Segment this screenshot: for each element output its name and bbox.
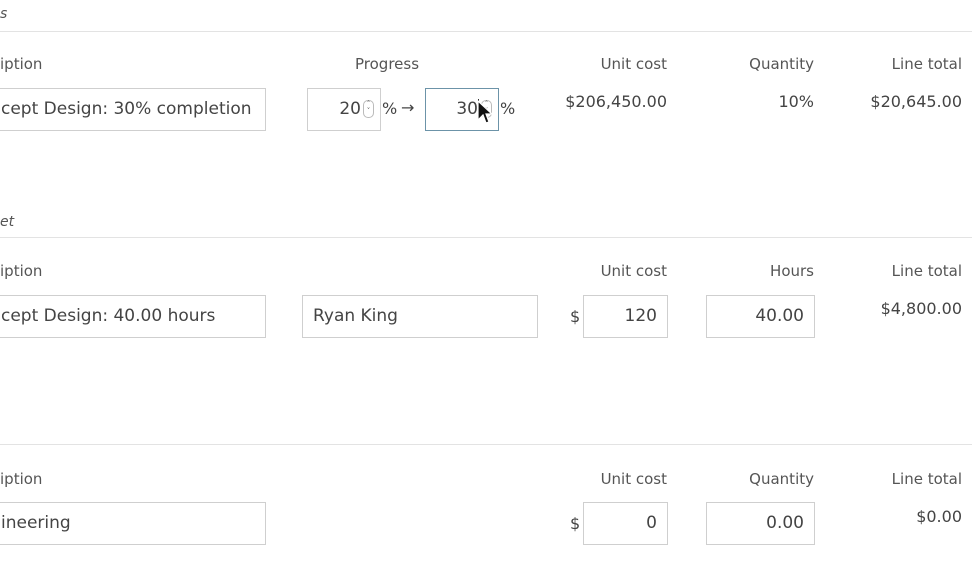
person-input[interactable]: Ryan King <box>302 295 538 338</box>
arrow-right-icon: → <box>401 98 415 117</box>
line-total-label: Line total <box>891 55 962 73</box>
percent-sign: % <box>382 99 398 118</box>
section-header: et <box>0 214 15 230</box>
description-label: iption <box>0 262 43 280</box>
line-total-value: $20,645.00 <box>870 92 962 111</box>
currency-symbol: $ <box>570 307 581 326</box>
spinner-icon[interactable]: ˄˅ <box>363 100 374 118</box>
description-label: iption <box>0 55 43 73</box>
divider <box>0 31 972 32</box>
divider <box>0 444 972 445</box>
unit-cost-label: Unit cost <box>600 262 667 280</box>
description-label: iption <box>0 470 43 488</box>
unit-cost-label: Unit cost <box>600 470 667 488</box>
progress-from-input[interactable]: 20 ˄ ˅ <box>307 88 381 131</box>
unit-cost-input[interactable]: 0 <box>583 502 668 545</box>
currency-symbol: $ <box>570 514 581 533</box>
quantity-label: Quantity <box>749 470 814 488</box>
quantity-input[interactable]: 0.00 <box>706 502 815 545</box>
section-header: s <box>0 6 8 22</box>
progress-label: Progress <box>355 55 420 73</box>
line-total-label: Line total <box>891 262 962 280</box>
hours-input[interactable]: 40.00 <box>706 295 815 338</box>
unit-cost-value: $206,450.00 <box>565 92 667 111</box>
description-input[interactable]: cept Design: 40.00 hours <box>0 295 266 338</box>
percent-sign: % <box>500 99 516 118</box>
divider <box>0 237 972 238</box>
progress-from-value: 20 <box>339 99 361 119</box>
progress-to-value: 30 <box>456 99 478 119</box>
line-total-value: $4,800.00 <box>880 299 962 318</box>
line-total-label: Line total <box>891 470 962 488</box>
unit-cost-label: Unit cost <box>600 55 667 73</box>
unit-cost-input[interactable]: 120 <box>583 295 668 338</box>
quantity-value: 10% <box>778 92 814 111</box>
description-input[interactable]: cept Design: 30% completion <box>0 88 266 131</box>
quantity-label: Quantity <box>749 55 814 73</box>
line-total-value: $0.00 <box>916 507 962 526</box>
mouse-cursor-icon <box>477 100 494 124</box>
description-input[interactable]: ineering <box>0 502 266 545</box>
hours-label: Hours <box>770 262 814 280</box>
